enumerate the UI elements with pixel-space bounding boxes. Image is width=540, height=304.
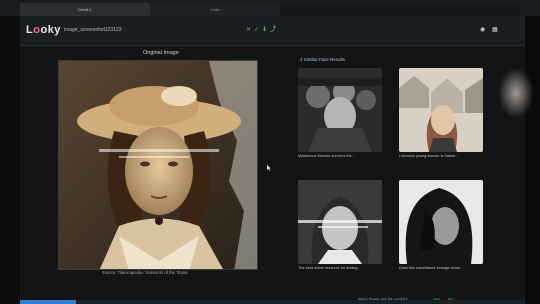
app-window: Looky image_screenshot123123 ✕ ✓ ⬇ ⤴ ◉ ▦… bbox=[20, 16, 525, 304]
grid-icon[interactable]: ▦ bbox=[492, 27, 498, 33]
tab-links[interactable]: Links bbox=[150, 3, 280, 16]
share-icon[interactable]: ⤴ bbox=[270, 27, 276, 33]
result-caption[interactable]: Unknown young woman is Salem... bbox=[399, 154, 483, 158]
tab-detail[interactable]: Detail 1 bbox=[20, 3, 150, 16]
results-title: 4 Similar Face Results bbox=[300, 57, 346, 62]
original-image-title: Original Image bbox=[143, 50, 179, 56]
image-filename: image_screenshot123123 bbox=[64, 27, 122, 33]
tab-strip-empty bbox=[280, 3, 520, 16]
result-caption[interactable]: The best online resource for finding... bbox=[298, 266, 382, 270]
progress-bar bbox=[20, 300, 525, 304]
screen-edge bbox=[525, 16, 540, 304]
result-caption[interactable]: Does this surveillance footage show... bbox=[399, 266, 483, 270]
result-thumbnail[interactable] bbox=[399, 180, 483, 264]
result-thumbnail[interactable] bbox=[399, 68, 483, 152]
result-card[interactable]: Mysterious Woman survives the... bbox=[298, 68, 382, 164]
close-icon[interactable]: ✕ bbox=[246, 27, 251, 33]
result-caption[interactable]: Mysterious Woman survives the... bbox=[298, 154, 382, 158]
result-card[interactable]: The best online resource for finding... bbox=[298, 180, 382, 276]
toolbar: Looky image_screenshot123123 ✕ ✓ ⬇ ⤴ ◉ ▦ bbox=[20, 16, 525, 46]
screen-glare bbox=[498, 68, 534, 118]
image-source: Source: Titanicapedia / Survivors of the… bbox=[102, 270, 189, 275]
settings-icon[interactable]: ◉ bbox=[480, 27, 485, 33]
result-card[interactable]: Does this surveillance footage show... bbox=[399, 180, 483, 276]
mouse-cursor-icon bbox=[267, 165, 271, 171]
tab-bar: Detail 1 Links bbox=[20, 3, 280, 16]
vintage-portrait-image bbox=[59, 61, 257, 269]
result-card[interactable]: Unknown young woman is Salem... bbox=[399, 68, 483, 164]
result-thumbnail[interactable] bbox=[298, 180, 382, 264]
result-thumbnail[interactable] bbox=[298, 68, 382, 152]
original-image[interactable] bbox=[58, 60, 258, 270]
check-icon[interactable]: ✓ bbox=[254, 27, 259, 33]
download-icon[interactable]: ⬇ bbox=[262, 27, 267, 33]
progress-fill bbox=[20, 300, 76, 304]
app-logo: Looky bbox=[26, 24, 61, 36]
